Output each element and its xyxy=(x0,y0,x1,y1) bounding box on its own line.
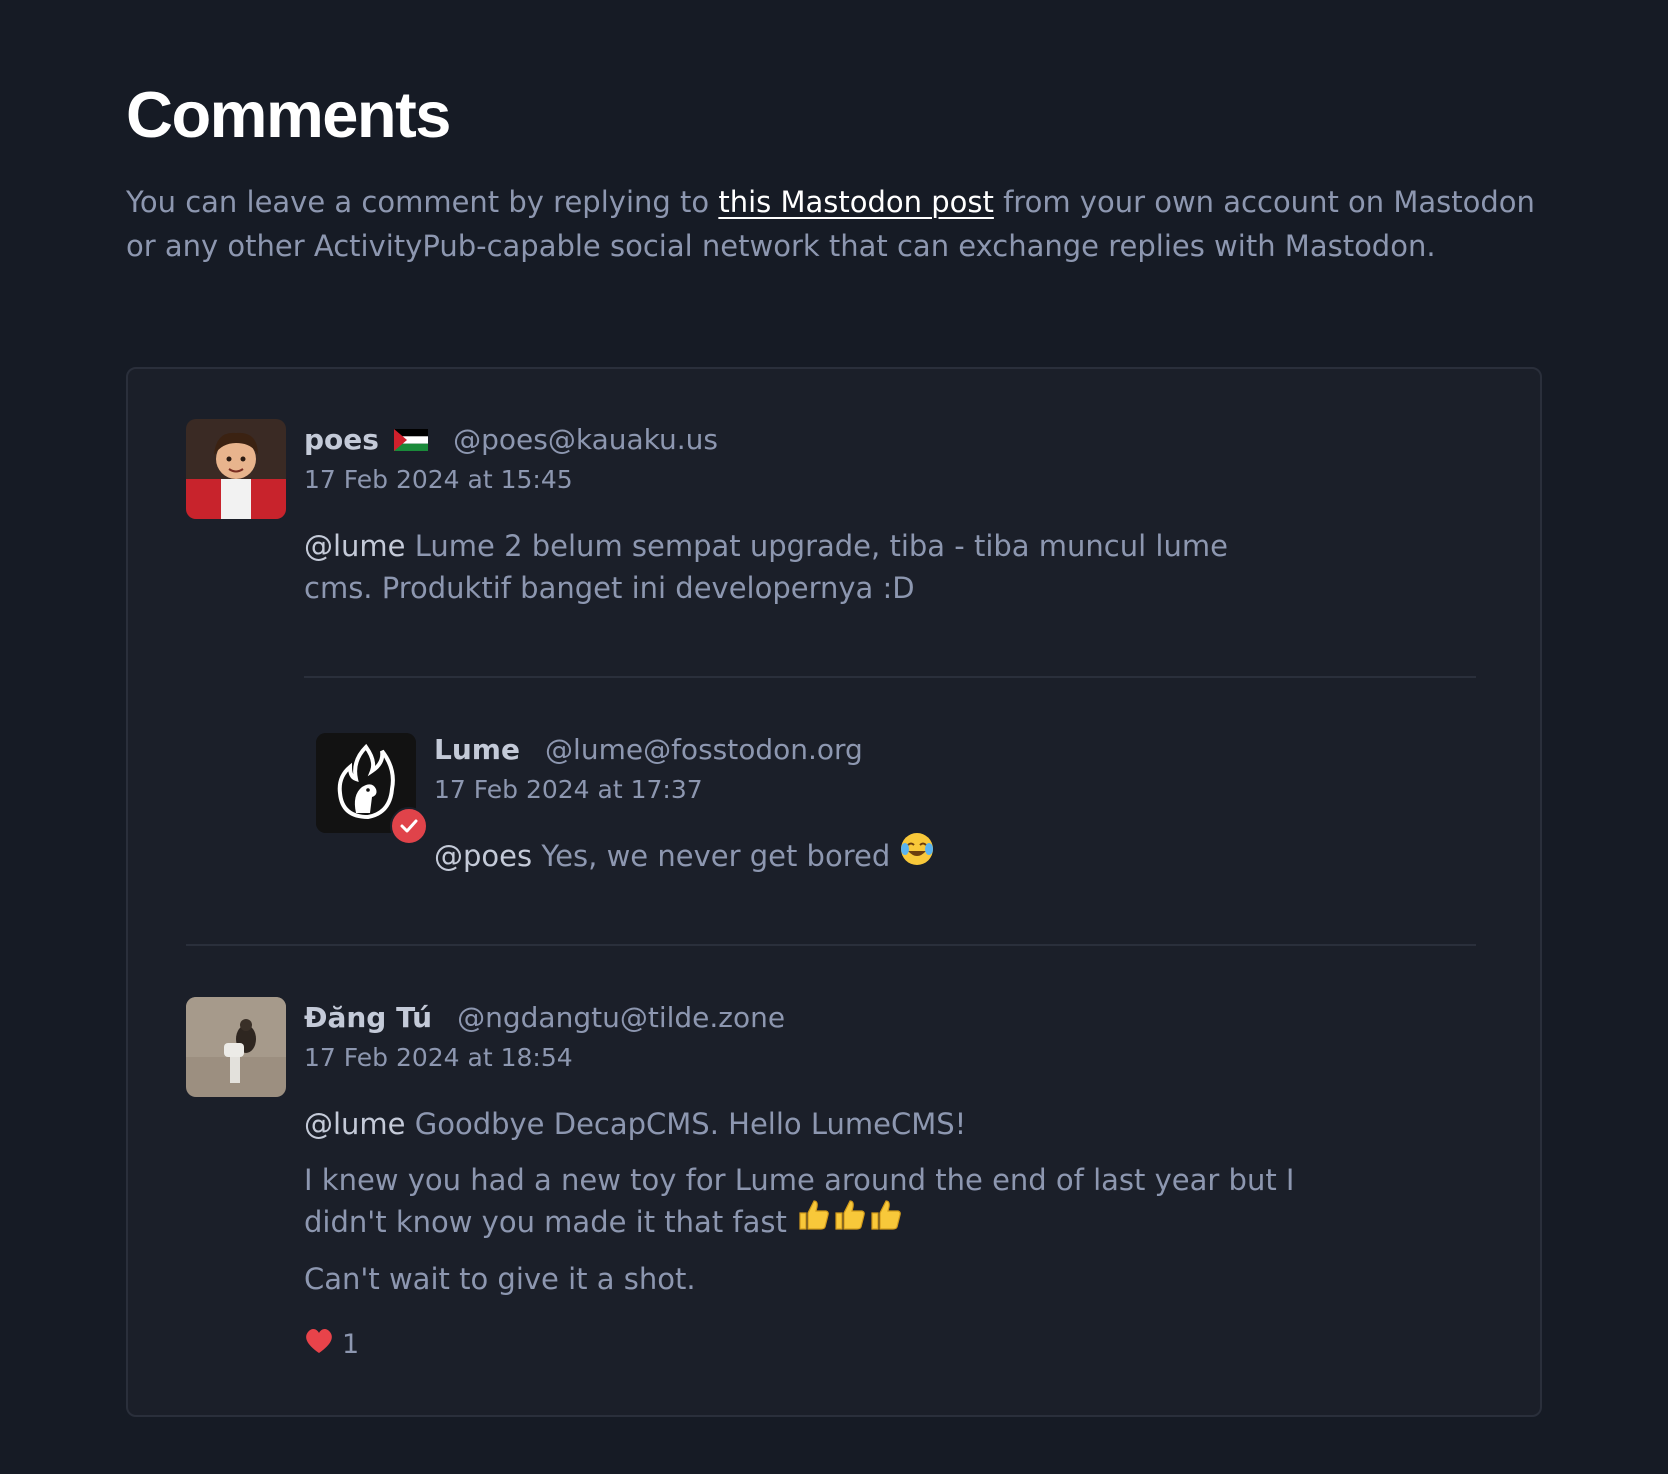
reply-divider xyxy=(304,676,1476,678)
heart-icon xyxy=(304,1327,334,1362)
comment-paragraph: Goodbye DecapCMS. Hello LumeCMS! xyxy=(405,1107,967,1141)
comment-text: Lume 2 belum sempat upgrade, tiba - tiba… xyxy=(304,529,1228,605)
comment-date[interactable]: 17 Feb 2024 at 15:45 xyxy=(304,465,573,494)
avatar-dangtu-image xyxy=(186,997,286,1097)
author-name[interactable]: Đăng Tú xyxy=(304,1001,432,1034)
comment-body: @lume Goodbye DecapCMS. Hello LumeCMS! I… xyxy=(304,1103,1304,1314)
author-handle[interactable]: @lume@fosstodon.org xyxy=(545,733,863,766)
likes-count: 1 xyxy=(342,1329,360,1360)
comment-header-lume: Lume @lume@fosstodon.org xyxy=(434,733,863,766)
author-handle[interactable]: @poes@kauaku.us xyxy=(453,423,718,456)
page-title: Comments xyxy=(126,78,451,151)
author-name[interactable]: poes xyxy=(304,423,379,456)
intro-text-before: You can leave a comment by replying to xyxy=(126,185,719,219)
intro-text: You can leave a comment by replying to t… xyxy=(126,180,1546,268)
comment-header-poes: poes @poes@kauaku.us xyxy=(304,423,718,456)
comment-header-dangtu: Đăng Tú @ngdangtu@tilde.zone xyxy=(304,1001,785,1034)
comments-card: poes @poes@kauaku.us 17 Feb 2024 at 15:4… xyxy=(126,367,1542,1417)
comment-body: @poes Yes, we never get bored xyxy=(434,832,1434,892)
comment-date[interactable]: 17 Feb 2024 at 17:37 xyxy=(434,775,703,804)
verified-check-icon xyxy=(390,807,428,845)
mastodon-post-link[interactable]: this Mastodon post xyxy=(718,185,994,219)
author-handle[interactable]: @ngdangtu@tilde.zone xyxy=(457,1001,785,1034)
palestine-flag-icon xyxy=(394,428,429,455)
comments-page: Comments You can leave a comment by repl… xyxy=(0,0,1668,1474)
likes-counter[interactable]: 1 xyxy=(304,1327,359,1362)
mention-link[interactable]: @lume xyxy=(304,529,406,563)
mention-link[interactable]: @lume xyxy=(304,1107,406,1141)
tears-of-joy-icon xyxy=(899,831,935,878)
comment-divider xyxy=(186,944,1476,946)
comment-paragraph: Can't wait to give it a shot. xyxy=(304,1261,696,1296)
comment-text: Yes, we never get bored xyxy=(532,839,900,873)
mention-link[interactable]: @poes xyxy=(434,839,532,873)
thumbs-up-icon xyxy=(796,1197,904,1244)
author-name[interactable]: Lume xyxy=(434,733,520,766)
avatar-poes-image xyxy=(186,419,286,519)
comment-date[interactable]: 17 Feb 2024 at 18:54 xyxy=(304,1043,573,1072)
comment-body: @lume Lume 2 belum sempat upgrade, tiba … xyxy=(304,525,1264,623)
avatar-poes[interactable] xyxy=(186,419,286,519)
avatar-dangtu[interactable] xyxy=(186,997,286,1097)
